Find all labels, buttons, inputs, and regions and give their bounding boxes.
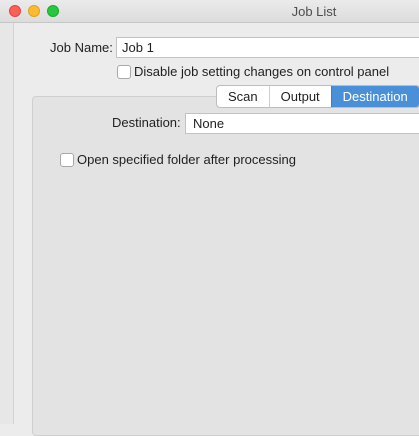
sidebar-edge: [0, 23, 14, 424]
minimize-icon[interactable]: [28, 5, 40, 17]
destination-label: Destination:: [112, 115, 181, 130]
open-folder-label: Open specified folder after processing: [77, 152, 296, 167]
tab-output[interactable]: Output: [268, 86, 331, 107]
open-folder-checkbox[interactable]: [60, 153, 74, 167]
close-icon[interactable]: [9, 5, 21, 17]
tab-bar: Scan Output Destination: [216, 85, 419, 108]
settings-panel: [32, 96, 419, 436]
window-title: Job List: [291, 4, 337, 19]
job-name-field[interactable]: Job 1: [116, 37, 419, 58]
disable-changes-checkbox[interactable]: [117, 65, 131, 79]
disable-changes-label: Disable job setting changes on control p…: [134, 64, 390, 79]
destination-select[interactable]: None: [185, 113, 419, 134]
tab-destination[interactable]: Destination: [330, 86, 419, 107]
tab-scan[interactable]: Scan: [217, 86, 269, 107]
title-bar: Job List: [0, 0, 419, 23]
job-name-label: Job Name:: [50, 40, 113, 55]
zoom-icon[interactable]: [47, 5, 59, 17]
